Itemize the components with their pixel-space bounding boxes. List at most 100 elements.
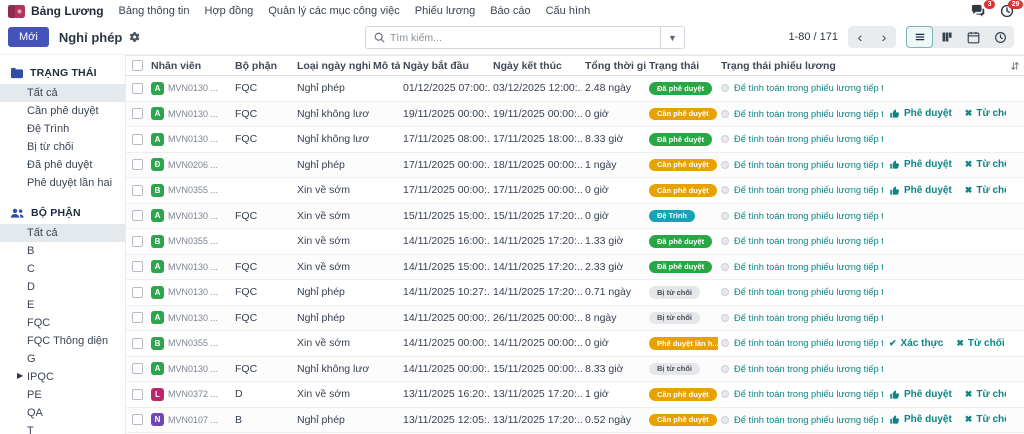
sidebar-filter-item[interactable]: E bbox=[0, 296, 125, 314]
row-checkbox[interactable] bbox=[126, 261, 148, 272]
refuse-button[interactable]: ✖Từ chối bbox=[965, 414, 1006, 425]
sidebar-filter-item[interactable]: G bbox=[0, 350, 125, 368]
sidebar-filter-item[interactable]: PE bbox=[0, 386, 125, 404]
sidebar-filter-item[interactable]: B bbox=[0, 242, 125, 260]
start-date-cell: 14/11/2025 15:00:... bbox=[400, 261, 490, 273]
sidebar-filter-item[interactable]: Đệ Trình bbox=[0, 120, 125, 138]
sidebar-filter-item[interactable]: QA bbox=[0, 404, 125, 422]
approve-button[interactable]: Phê duyệt bbox=[889, 185, 952, 196]
table-row[interactable]: AMVN0130 ...FQCNghỉ không lươ...17/11/20… bbox=[126, 127, 1024, 153]
refuse-button[interactable]: ✖Từ chối bbox=[965, 159, 1006, 170]
nav-menu-item[interactable]: Cấu hình bbox=[546, 5, 591, 17]
table-row[interactable]: AMVN0130 ...FQCNghỉ phép14/11/2025 00:00… bbox=[126, 306, 1024, 332]
approve-button[interactable]: Phê duyệt bbox=[889, 389, 952, 400]
sidebar-filter-item[interactable]: T bbox=[0, 422, 125, 434]
table-row[interactable]: AMVN0130 ...FQCNghỉ không lươ...19/11/20… bbox=[126, 102, 1024, 128]
column-total-time[interactable]: Tổng thời gi... bbox=[582, 60, 646, 72]
approve-button[interactable]: Phê duyệt bbox=[889, 159, 952, 170]
new-button[interactable]: Mới bbox=[8, 27, 49, 47]
sidebar-filter-item[interactable]: FQC Thông diện bbox=[0, 332, 125, 350]
nav-menu-item[interactable]: Báo cáo bbox=[490, 5, 530, 17]
table-row[interactable]: LMVN0372 ...DXin về sớm13/11/2025 16:20:… bbox=[126, 382, 1024, 408]
pager-next-button[interactable]: › bbox=[872, 26, 896, 48]
row-checkbox[interactable] bbox=[126, 134, 148, 145]
activity-view-button[interactable] bbox=[987, 26, 1014, 48]
refuse-button[interactable]: ✖Từ chối bbox=[965, 108, 1006, 119]
activities-icon[interactable]: 29 bbox=[1000, 4, 1014, 18]
row-checkbox[interactable] bbox=[126, 363, 148, 374]
refuse-button[interactable]: ✖Từ chối bbox=[965, 389, 1006, 400]
row-checkbox[interactable] bbox=[126, 312, 148, 323]
nav-menu-item[interactable]: Quản lý các mục công việc bbox=[268, 5, 399, 17]
sidebar-filter-item[interactable]: Tất cả bbox=[0, 84, 125, 102]
validate-button[interactable]: ✔Xác thực bbox=[889, 338, 943, 349]
start-date-cell: 17/11/2025 00:00:... bbox=[400, 159, 490, 171]
settings-gear-icon[interactable] bbox=[128, 31, 140, 43]
select-all-checkbox[interactable] bbox=[126, 60, 148, 71]
column-start-date[interactable]: Ngày bắt đầu bbox=[400, 60, 490, 72]
row-checkbox[interactable] bbox=[126, 83, 148, 94]
row-checkbox[interactable] bbox=[126, 389, 148, 400]
search-dropdown-caret[interactable]: ▼ bbox=[660, 27, 684, 48]
sidebar-filter-item[interactable]: Bị từ chối bbox=[0, 138, 125, 156]
table-row[interactable]: NMVN0107 ...BNghỉ phép13/11/2025 12:05:.… bbox=[126, 408, 1024, 434]
table-row[interactable]: ĐMVN0206 ...Nghỉ phép17/11/2025 00:00:..… bbox=[126, 153, 1024, 179]
table-row[interactable]: AMVN0130 ...FQCNghỉ phép14/11/2025 10:27… bbox=[126, 280, 1024, 306]
refuse-button[interactable]: ✖Từ chối bbox=[956, 338, 1004, 349]
row-checkbox[interactable] bbox=[126, 185, 148, 196]
row-checkbox[interactable] bbox=[126, 338, 148, 349]
sidebar-filter-item[interactable]: Đã phê duyệt bbox=[0, 156, 125, 174]
row-checkbox[interactable] bbox=[126, 236, 148, 247]
end-date-cell: 17/11/2025 00:00:... bbox=[490, 184, 582, 196]
column-department[interactable]: Bộ phận bbox=[232, 60, 294, 72]
column-description[interactable]: Mô tả bbox=[370, 60, 400, 72]
nav-menu-item[interactable]: Hợp đồng bbox=[205, 5, 254, 17]
approve-button[interactable]: Phê duyệt bbox=[889, 414, 952, 425]
table-row[interactable]: BMVN0355 ...Xin về sớm14/11/2025 16:00:.… bbox=[126, 229, 1024, 255]
column-end-date[interactable]: Ngày kết thúc bbox=[490, 60, 582, 72]
nav-menu-item[interactable]: Bảng thông tin bbox=[119, 5, 190, 17]
start-date-cell: 15/11/2025 15:00:... bbox=[400, 210, 490, 222]
column-status[interactable]: Trạng thái bbox=[646, 60, 718, 72]
row-checkbox[interactable] bbox=[126, 287, 148, 298]
sidebar-filter-item[interactable]: Cần phê duyệt bbox=[0, 102, 125, 120]
table-row[interactable]: AMVN0130 ...FQCNghỉ phép01/12/2025 07:00… bbox=[126, 76, 1024, 102]
row-checkbox[interactable] bbox=[126, 210, 148, 221]
kanban-view-button[interactable] bbox=[933, 26, 960, 48]
table-row[interactable]: AMVN0130 ...FQCXin về sớm14/11/2025 15:0… bbox=[126, 255, 1024, 281]
list-view-button[interactable] bbox=[906, 26, 933, 48]
sidebar-filter-item[interactable]: ▶IPQC bbox=[0, 368, 125, 386]
payslip-status: Để tính toán trong phiếu lương tiếp theo bbox=[734, 287, 883, 297]
calendar-view-button[interactable] bbox=[960, 26, 987, 48]
row-checkbox[interactable] bbox=[126, 108, 148, 119]
optional-columns-icon[interactable] bbox=[1006, 61, 1024, 71]
table-row[interactable]: BMVN0355 ...Xin về sớm17/11/2025 00:00:.… bbox=[126, 178, 1024, 204]
row-checkbox[interactable] bbox=[126, 414, 148, 425]
column-payslip-status[interactable]: Trạng thái phiếu lương bbox=[718, 60, 886, 72]
table-row[interactable]: AMVN0130 ...FQCXin về sớm15/11/2025 15:0… bbox=[126, 204, 1024, 230]
column-employee[interactable]: Nhân viên bbox=[148, 60, 232, 72]
status-badge: Đã phê duyệt bbox=[649, 133, 712, 146]
refuse-button[interactable]: ✖Từ chối bbox=[965, 185, 1006, 196]
sidebar-filter-item[interactable]: Tất cả bbox=[0, 224, 125, 242]
messages-icon[interactable]: 3 bbox=[970, 4, 986, 18]
sidebar-filter-item[interactable]: Phê duyệt lần hai bbox=[0, 174, 125, 192]
approve-button[interactable]: Phê duyệt bbox=[889, 108, 952, 119]
app-menu[interactable]: Bảng Lương bbox=[8, 4, 104, 18]
sidebar-filter-item[interactable]: FQC bbox=[0, 314, 125, 332]
sidebar-filter-item[interactable]: D bbox=[0, 278, 125, 296]
payslip-status: Để tính toán trong phiếu lương tiếp theo bbox=[734, 262, 883, 272]
expand-caret-icon[interactable]: ▶ bbox=[17, 371, 23, 380]
sidebar-filter-item[interactable]: C bbox=[0, 260, 125, 278]
nav-menu-item[interactable]: Phiếu lương bbox=[415, 5, 475, 17]
pager-previous-button[interactable]: ‹ bbox=[848, 26, 872, 48]
employee-avatar: Đ bbox=[151, 158, 164, 171]
search-input[interactable] bbox=[390, 32, 660, 44]
table-row[interactable]: AMVN0130 ...FQCNghỉ không lươ...14/11/20… bbox=[126, 357, 1024, 383]
table-row[interactable]: BMVN0355 ...Xin về sớm14/11/2025 00:00:.… bbox=[126, 331, 1024, 357]
app-icon bbox=[8, 5, 25, 18]
employee-id: MVN0130 ... bbox=[168, 211, 218, 221]
column-leave-type[interactable]: Loại ngày nghỉ bbox=[294, 60, 370, 72]
employee-avatar: B bbox=[151, 184, 164, 197]
row-checkbox[interactable] bbox=[126, 159, 148, 170]
